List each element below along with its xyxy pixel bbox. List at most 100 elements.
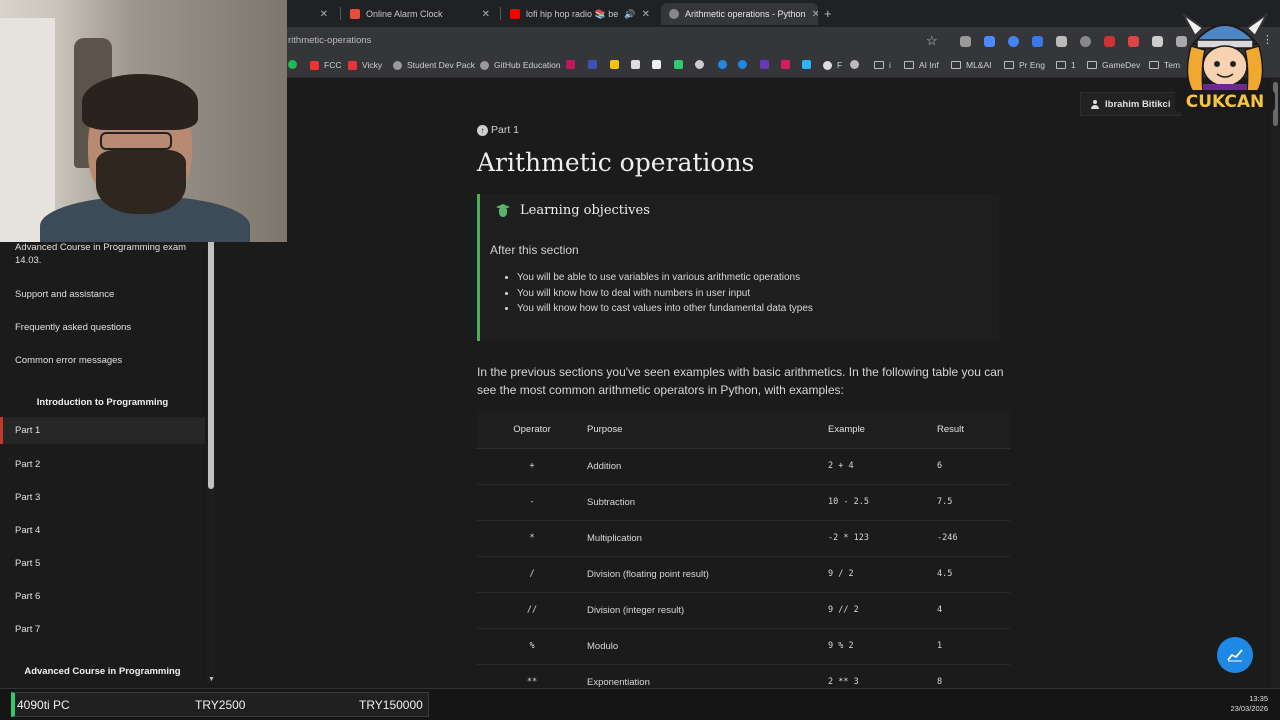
ticker-value: TRY2500 — [195, 698, 246, 712]
youtube-icon — [510, 9, 520, 19]
cell-example: 2 + 4 — [827, 448, 937, 485]
tab-alarm-clock[interactable]: Online Alarm Clock ✕ — [342, 3, 498, 25]
bookmark-folder-pr-eng[interactable]: Pr Eng — [1004, 60, 1045, 70]
tab-arithmetic-operations[interactable]: Arithmetic operations - Python ✕ — [661, 3, 818, 25]
sidebar-item-faq[interactable]: Frequently asked questions — [0, 321, 205, 334]
tab-partial[interactable]: ✕ — [296, 3, 336, 25]
tab-close-icon[interactable]: ✕ — [636, 9, 650, 20]
sidebar-item-part-1[interactable]: Part 1 — [0, 417, 205, 444]
bookmark-fcc[interactable]: FCC — [310, 60, 341, 70]
cell-purpose: Modulo — [587, 628, 827, 665]
cell-example: 9 % 2 — [827, 628, 937, 665]
table-row: % Modulo 9 % 2 1 — [477, 628, 1010, 665]
bookmark-icon[interactable] — [760, 60, 774, 69]
part-link[interactable]: ↑ Part 1 — [477, 124, 519, 136]
sidebar-item-part-7[interactable]: Part 7 — [0, 623, 205, 636]
bookmark-icon[interactable] — [588, 60, 602, 69]
cell-operator: * — [477, 520, 587, 557]
bookmark-icon[interactable] — [718, 60, 732, 69]
cell-operator: // — [477, 592, 587, 629]
bookmark-icon[interactable] — [738, 60, 752, 69]
bookmark-f[interactable]: F — [823, 60, 842, 70]
cell-example: 9 // 2 — [827, 592, 937, 629]
intro-paragraph: In the previous sections you've seen exa… — [477, 365, 1004, 397]
sidebar-section-intro: Introduction to Programming — [36, 397, 169, 408]
mascot-logo: CUKCAN — [1173, 6, 1277, 114]
cell-operator: - — [477, 484, 587, 521]
tab-close-icon[interactable]: ✕ — [476, 9, 490, 20]
bookmark-folder-1[interactable]: 1 — [1056, 60, 1076, 70]
price-ticker-widget: 4090ti PC TRY2500 TRY150000 — [11, 692, 429, 717]
objective-item: You will know how to cast values into ot… — [517, 301, 813, 317]
scroll-down-arrow-icon[interactable]: ▼ — [208, 676, 215, 683]
bookmark-folder-ai-inf[interactable]: AI Inf — [904, 60, 939, 70]
sidebar-item-part-2[interactable]: Part 2 — [0, 458, 205, 471]
new-tab-icon[interactable]: + — [824, 6, 832, 21]
speaker-icon[interactable]: 🔊 — [624, 9, 635, 20]
sidebar-item-part-5[interactable]: Part 5 — [0, 557, 205, 570]
bookmark-star-icon[interactable]: ☆ — [926, 33, 938, 49]
bookmark-github-education[interactable]: GitHub Education — [480, 60, 561, 70]
cell-result: 4.5 — [937, 556, 1010, 593]
svg-text:CUKCAN: CUKCAN — [1186, 92, 1265, 112]
user-icon — [1091, 99, 1099, 109]
bookmark-folder-ml-ai[interactable]: ML&AI — [951, 60, 992, 70]
extension-icon[interactable] — [1008, 36, 1019, 47]
bookmark-icon[interactable] — [610, 60, 624, 69]
sidebar-item-part-3[interactable]: Part 3 — [0, 491, 205, 504]
k-logo-icon — [350, 9, 360, 19]
cell-example: 10 - 2.5 — [827, 484, 937, 521]
bookmark-folder-gamedev[interactable]: GameDev — [1087, 60, 1140, 70]
sidebar-item-part-6[interactable]: Part 6 — [0, 590, 205, 603]
bookmark-folder-i[interactable]: i — [874, 60, 891, 70]
extension-icon[interactable] — [1080, 36, 1091, 47]
tab-close-icon[interactable]: ✕ — [806, 9, 818, 20]
objective-item: You will be able to use variables in var… — [517, 270, 813, 286]
ticker-value: TRY150000 — [359, 698, 423, 712]
x-icon[interactable] — [652, 60, 666, 69]
bookmark-icon[interactable] — [781, 60, 795, 69]
bookmark-icon[interactable] — [566, 60, 580, 69]
cell-purpose: Division (floating point result) — [587, 556, 827, 593]
cell-example: -2 * 123 — [827, 520, 937, 557]
extension-icon[interactable] — [1128, 36, 1139, 47]
bookmark-icon[interactable] — [850, 60, 864, 69]
chart-line-icon — [1227, 649, 1243, 662]
cell-purpose: Subtraction — [587, 484, 827, 521]
bookmark-icon[interactable] — [631, 60, 645, 69]
cell-purpose: Multiplication — [587, 520, 827, 557]
arrow-up-circle-icon: ↑ — [477, 124, 488, 136]
progress-chart-button[interactable] — [1217, 637, 1253, 673]
spotify-icon[interactable] — [288, 60, 302, 69]
translate-icon[interactable] — [1032, 36, 1043, 47]
bookmark-icon[interactable] — [674, 60, 688, 69]
sidebar-section-advanced: Advanced Course in Programming — [24, 666, 181, 677]
extension-icon[interactable] — [984, 36, 995, 47]
system-clock[interactable]: 13:35 23/03/2026 — [1230, 694, 1268, 714]
page-scrollbar[interactable] — [1271, 78, 1280, 688]
adblock-icon[interactable] — [1104, 36, 1115, 47]
extension-icon[interactable] — [1056, 36, 1067, 47]
sidebar-item-error-messages[interactable]: Common error messages — [0, 354, 205, 367]
bookmark-icon[interactable] — [802, 60, 816, 69]
user-menu-button[interactable]: Ibrahim Bitikci — [1080, 92, 1182, 116]
webcam-overlay — [0, 0, 287, 242]
cell-operator: + — [477, 448, 587, 485]
bookmark-vicky[interactable]: Vicky — [348, 60, 382, 70]
bookmark-icon[interactable] — [695, 60, 709, 69]
tab-close-icon[interactable]: ✕ — [314, 9, 328, 20]
cell-purpose: Division (integer result) — [587, 592, 827, 629]
cell-result: 7.5 — [937, 484, 1010, 521]
objectives-title: Learning objectives — [496, 203, 650, 218]
objectives-list: You will be able to use variables in var… — [517, 270, 813, 317]
tab-lofi-radio[interactable]: lofi hip hop radio 📚 beats 🔊 ✕ — [502, 3, 658, 25]
sidebar-item-support[interactable]: Support and assistance — [0, 288, 205, 301]
bookmark-student-dev-pack[interactable]: Student Dev Pack — [393, 60, 475, 70]
url-field[interactable]: rithmetic-operations — [288, 35, 371, 46]
sidebar-item-exam[interactable]: Advanced Course in Programming exam 14.0… — [0, 241, 190, 267]
extension-icon[interactable] — [960, 36, 971, 47]
cell-result: 4 — [937, 592, 1010, 629]
operators-table: Operator Purpose Example Result + Additi… — [477, 411, 1010, 701]
sidebar-item-part-4[interactable]: Part 4 — [0, 524, 205, 537]
extension-icon[interactable] — [1152, 36, 1163, 47]
